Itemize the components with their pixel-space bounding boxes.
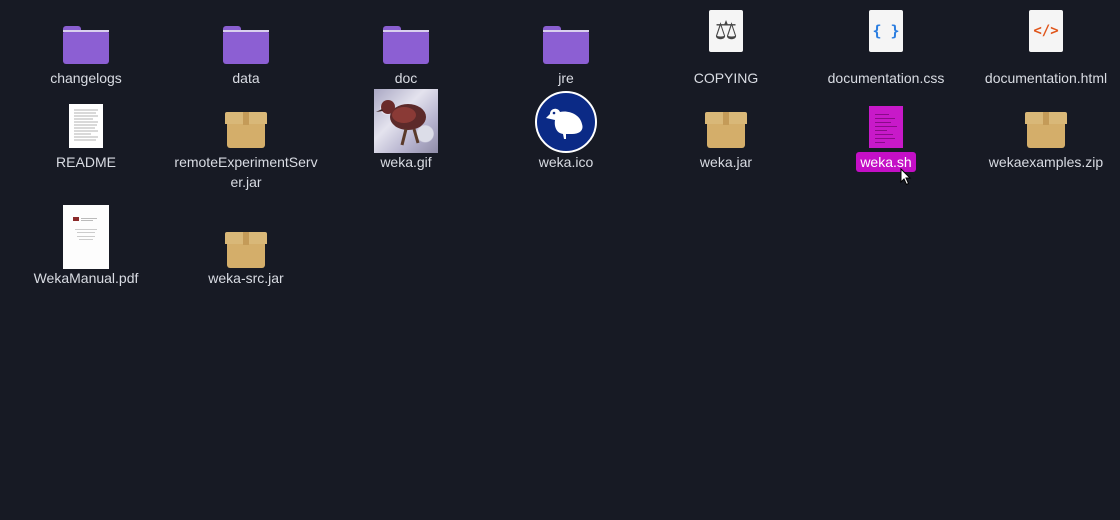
file-item-wekaexamples-zip[interactable]: wekaexamples.zip [966, 104, 1120, 219]
file-name: weka.ico [538, 154, 594, 170]
css-file-icon: { } [869, 10, 903, 52]
file-item-weka-jar[interactable]: weka.jar [646, 104, 806, 219]
archive-icon [705, 112, 747, 148]
folder-icon [223, 26, 269, 64]
archive-icon [1025, 112, 1067, 148]
file-name: WekaManual.pdf [33, 270, 139, 286]
weka-bird-icon [546, 108, 583, 139]
text-file-icon [69, 104, 103, 148]
scales-icon: ⚖ [714, 16, 738, 46]
archive-icon [225, 112, 267, 148]
file-item-weka-manual-pdf[interactable]: WekaManual.pdf [6, 200, 166, 315]
file-name: data [232, 70, 260, 86]
html-file-icon: </> [1029, 10, 1063, 52]
weka-bird-image-thumbnail [374, 89, 438, 153]
file-name: weka.gif [380, 154, 432, 170]
file-name: README [56, 154, 116, 170]
archive-icon [225, 232, 267, 268]
mouse-pointer-icon [900, 168, 912, 186]
file-name: COPYING [693, 70, 759, 86]
file-item-weka-src-jar[interactable]: weka-src.jar [166, 224, 326, 339]
file-grid: changelogs data doc jre ⚖ COPYING { } do… [6, 0, 1120, 520]
weka-logo-icon [535, 91, 597, 153]
braces-icon: { } [872, 22, 900, 40]
weka-bird-icon [376, 100, 426, 146]
file-name: weka-src.jar [208, 270, 284, 286]
file-name: remoteExperimentServer.jar [174, 154, 318, 190]
folder-icon [543, 26, 589, 64]
file-name: wekaexamples.zip [988, 154, 1104, 170]
folder-icon [383, 26, 429, 64]
file-item-remote-experiment-server-jar[interactable]: remoteExperimentServer.jar [166, 104, 326, 219]
file-name: documentation.css [827, 70, 945, 86]
license-file-icon: ⚖ [709, 10, 743, 52]
file-name: weka.jar [699, 154, 753, 170]
file-name: changelogs [50, 70, 122, 86]
file-item-weka-sh[interactable]: weka.sh [806, 104, 966, 219]
file-name: documentation.html [984, 70, 1108, 86]
code-tag-icon: </> [1033, 23, 1059, 39]
file-item-weka-gif[interactable]: weka.gif [326, 84, 486, 199]
pdf-thumbnail-icon [63, 205, 109, 269]
file-item-weka-ico[interactable]: weka.ico [486, 84, 646, 199]
folder-icon [63, 26, 109, 64]
script-file-icon [869, 106, 903, 148]
